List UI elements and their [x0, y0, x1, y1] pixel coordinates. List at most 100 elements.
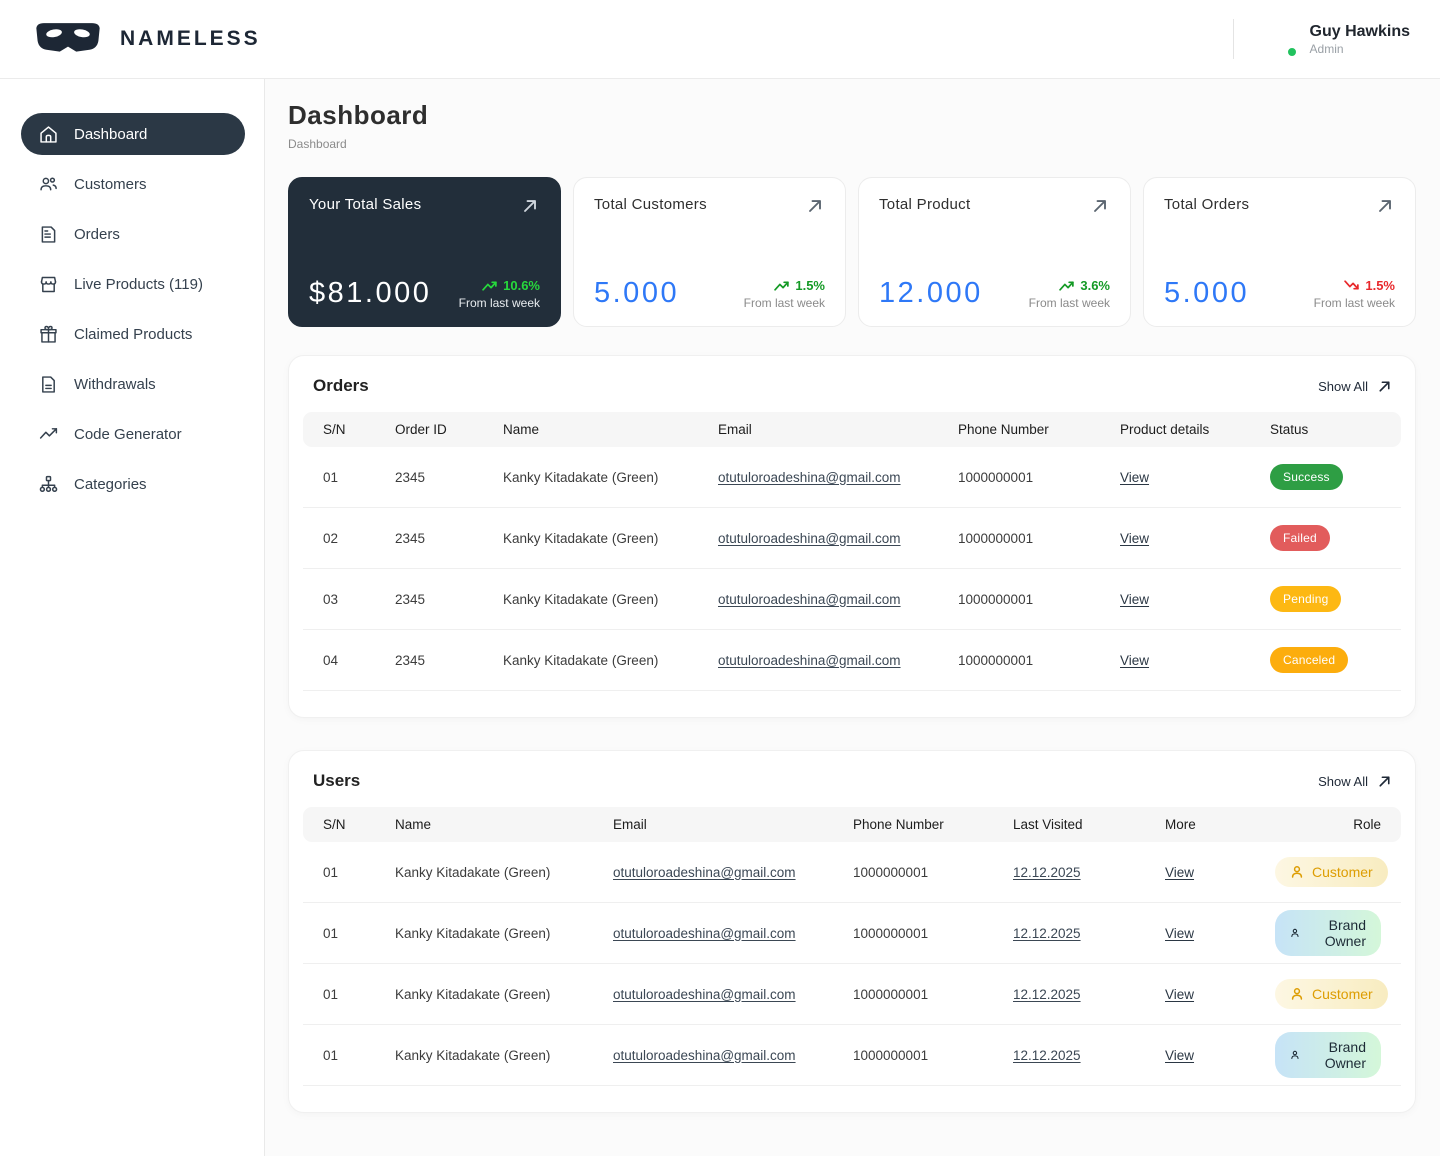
email-link[interactable]: otutuloroadeshina@gmail.com: [613, 865, 796, 880]
sidebar-item-customers[interactable]: Customers: [21, 163, 245, 205]
sidebar: Dashboard Customers Orders Live Products…: [0, 79, 265, 1156]
stat-card-value: 5.000: [1164, 277, 1250, 309]
view-user-link[interactable]: View: [1165, 865, 1194, 880]
receipt-icon: [38, 224, 59, 245]
table-row: 01 Kanky Kitadakate (Green) otutuloroade…: [303, 964, 1401, 1025]
email-link[interactable]: otutuloroadeshina@gmail.com: [613, 1048, 796, 1063]
stat-card-title: Total Product: [879, 196, 971, 213]
trend-line-icon: [38, 424, 59, 445]
person-icon: [1291, 988, 1303, 1000]
sidebar-item-label: Dashboard: [74, 125, 148, 143]
sidebar-item-label: Categories: [74, 475, 147, 493]
trend-note: From last week: [1313, 296, 1395, 310]
sidebar-item-claimed-products[interactable]: Claimed Products: [21, 313, 245, 355]
sitemap-icon: [38, 474, 59, 495]
status-badge: Pending: [1270, 586, 1342, 612]
trending-down-icon: [1344, 280, 1360, 290]
user-menu[interactable]: Guy Hawkins Admin: [1232, 19, 1410, 59]
trending-up-icon: [482, 281, 497, 291]
view-product-link[interactable]: View: [1120, 470, 1149, 485]
stat-card-title: Your Total Sales: [309, 196, 422, 213]
trend-down: 1.5%: [1344, 278, 1395, 293]
last-visited-link[interactable]: 12.12.2025: [1013, 926, 1081, 941]
email-link[interactable]: otutuloroadeshina@gmail.com: [718, 470, 901, 485]
last-visited-link[interactable]: 12.12.2025: [1013, 987, 1081, 1002]
users-table-header: S/N Name Email Phone Number Last Visited…: [303, 807, 1401, 842]
trend-note: From last week: [1028, 296, 1110, 310]
sidebar-item-label: Claimed Products: [74, 325, 193, 343]
user-name: Guy Hawkins: [1309, 23, 1410, 41]
status-badge: Success: [1270, 464, 1343, 490]
arrow-up-right-icon: [1379, 775, 1390, 787]
stat-card-value: 5.000: [594, 277, 680, 309]
trend-up: 3.6%: [1059, 278, 1110, 293]
stat-card-title: Total Orders: [1164, 196, 1250, 213]
sidebar-item-withdrawals[interactable]: Withdrawals: [21, 363, 245, 405]
arrow-up-right-icon[interactable]: [1375, 196, 1395, 216]
view-user-link[interactable]: View: [1165, 987, 1194, 1002]
last-visited-link[interactable]: 12.12.2025: [1013, 865, 1081, 880]
arrow-up-right-icon[interactable]: [1090, 196, 1110, 216]
role-badge: Brand Owner: [1275, 1032, 1381, 1078]
sidebar-item-live-products[interactable]: Live Products (119): [21, 263, 245, 305]
document-icon: [38, 374, 59, 395]
email-link[interactable]: otutuloroadeshina@gmail.com: [718, 653, 901, 668]
orders-panel: Orders Show All S/N Order ID Name Email …: [288, 355, 1416, 718]
arrow-up-right-icon[interactable]: [805, 196, 825, 216]
stat-card-total-sales: Your Total Sales $81.000 10.6% From last…: [288, 177, 561, 327]
users-show-all-link[interactable]: Show All: [1318, 773, 1393, 790]
home-icon: [38, 124, 59, 145]
role-badge: Customer: [1275, 857, 1388, 887]
brand-logo[interactable]: NAMELESS: [30, 19, 261, 59]
main-content: Dashboard Dashboard Your Total Sales $81…: [265, 79, 1440, 1156]
table-row: 04 2345 Kanky Kitadakate (Green) otutulo…: [303, 630, 1401, 691]
sidebar-item-categories[interactable]: Categories: [21, 463, 245, 505]
orders-show-all-link[interactable]: Show All: [1318, 378, 1393, 395]
arrow-up-right-icon[interactable]: [520, 196, 540, 216]
last-visited-link[interactable]: 12.12.2025: [1013, 1048, 1081, 1063]
user-role: Admin: [1309, 41, 1344, 56]
arrow-up-right-icon: [1379, 380, 1390, 392]
email-link[interactable]: otutuloroadeshina@gmail.com: [613, 926, 796, 941]
header-divider: [1232, 19, 1234, 59]
sidebar-item-label: Code Generator: [74, 425, 182, 443]
view-user-link[interactable]: View: [1165, 926, 1194, 941]
email-link[interactable]: otutuloroadeshina@gmail.com: [718, 531, 901, 546]
brand-name: NAMELESS: [120, 27, 261, 50]
stat-card-total-product: Total Product 12.000 3.6% From last week: [858, 177, 1131, 327]
users-panel: Users Show All S/N Name Email Phone Numb…: [288, 750, 1416, 1113]
trending-up-icon: [1059, 281, 1075, 291]
person-icon: [1291, 866, 1303, 878]
view-product-link[interactable]: View: [1120, 592, 1149, 607]
orders-panel-title: Orders: [313, 376, 369, 395]
status-badge: Canceled: [1270, 647, 1349, 673]
trend-up: 10.6%: [482, 278, 540, 293]
sidebar-item-label: Customers: [74, 175, 147, 193]
sidebar-item-label: Orders: [74, 225, 120, 243]
view-product-link[interactable]: View: [1120, 531, 1149, 546]
email-link[interactable]: otutuloroadeshina@gmail.com: [613, 987, 796, 1002]
stats-row: Your Total Sales $81.000 10.6% From last…: [288, 177, 1416, 327]
table-row: 01 Kanky Kitadakate (Green) otutuloroade…: [303, 1025, 1401, 1086]
sidebar-item-label: Withdrawals: [74, 375, 156, 393]
storefront-icon: [38, 274, 59, 295]
stat-card-value: $81.000: [309, 277, 432, 309]
stat-card-total-orders: Total Orders 5.000 1.5% From last week: [1143, 177, 1416, 327]
orders-table-header: S/N Order ID Name Email Phone Number Pro…: [303, 412, 1401, 447]
trend-note: From last week: [743, 296, 825, 310]
gift-icon: [38, 324, 59, 345]
stat-card-title: Total Customers: [594, 196, 707, 213]
view-user-link[interactable]: View: [1165, 1048, 1194, 1063]
role-badge: Customer: [1275, 979, 1388, 1009]
trend-up: 1.5%: [774, 278, 825, 293]
mask-icon: [30, 19, 106, 59]
breadcrumb: Dashboard: [288, 137, 347, 151]
sidebar-item-code-generator[interactable]: Code Generator: [21, 413, 245, 455]
stat-card-value: 12.000: [879, 277, 983, 309]
email-link[interactable]: otutuloroadeshina@gmail.com: [718, 592, 901, 607]
avatar: [1256, 19, 1298, 59]
table-row: 02 2345 Kanky Kitadakate (Green) otutulo…: [303, 508, 1401, 569]
sidebar-item-orders[interactable]: Orders: [21, 213, 245, 255]
view-product-link[interactable]: View: [1120, 653, 1149, 668]
sidebar-item-dashboard[interactable]: Dashboard: [21, 113, 245, 155]
